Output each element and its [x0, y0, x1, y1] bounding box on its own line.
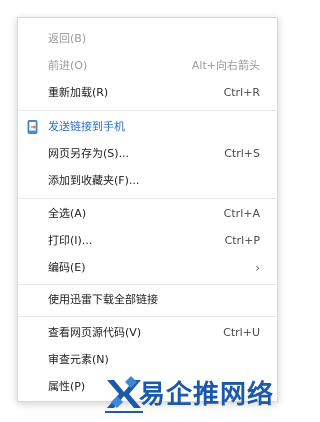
menu-item-thunder-download[interactable]: 使用迅雷下载全部链接 [18, 287, 277, 313]
menu-item-encoding[interactable]: 编码(E) › [18, 255, 277, 281]
menu-item-shortcut: Ctrl+S [224, 147, 260, 160]
chevron-right-icon: › [255, 261, 260, 275]
menu-item-label: 重新加载(R) [48, 86, 109, 99]
screenshot-stage: 返回(B) 前进(O) Alt+向右箭头 重新加载(R) Ctrl+R 发送链接… [0, 0, 296, 422]
menu-item-forward[interactable]: 前进(O) Alt+向右箭头 [18, 53, 277, 79]
menu-item-label: 使用迅雷下载全部链接 [48, 293, 158, 306]
menu-item-label: 网页另存为(S)... [48, 147, 130, 160]
menu-separator [19, 316, 276, 317]
menu-separator [19, 284, 276, 285]
menu-item-label: 编码(E) [48, 261, 86, 274]
menu-item-save-as[interactable]: 网页另存为(S)... Ctrl+S [18, 141, 277, 167]
menu-item-label: 全选(A) [48, 207, 87, 220]
menu-item-send-to-phone[interactable]: 发送链接到手机 [18, 114, 277, 140]
logo-mark-icon [105, 376, 143, 413]
watermark-logo: 易企推网络 [105, 370, 296, 422]
menu-item-label: 打印(I)... [48, 234, 93, 247]
menu-item-back[interactable]: 返回(B) [18, 26, 277, 52]
menu-item-label: 添加到收藏夹(F)... [48, 174, 140, 187]
menu-item-shortcut: Alt+向右箭头 [191, 59, 260, 72]
menu-item-shortcut: Ctrl+A [223, 207, 260, 220]
menu-item-reload[interactable]: 重新加载(R) Ctrl+R [18, 80, 277, 106]
menu-item-label: 发送链接到手机 [48, 120, 125, 133]
menu-separator [19, 110, 276, 111]
menu-item-shortcut: Ctrl+P [224, 234, 260, 247]
menu-item-view-source[interactable]: 查看网页源代码(V) Ctrl+U [18, 320, 277, 346]
menu-item-label: 属性(P) [48, 380, 86, 393]
send-to-phone-icon [27, 120, 38, 134]
menu-item-label: 前进(O) [48, 59, 88, 72]
menu-item-add-favorites[interactable]: 添加到收藏夹(F)... [18, 168, 277, 194]
menu-item-label: 审查元素(N) [48, 353, 109, 366]
menu-item-shortcut: Ctrl+U [223, 326, 260, 339]
watermark-text: 易企推网络 [139, 380, 275, 410]
menu-separator [19, 198, 276, 199]
menu-item-print[interactable]: 打印(I)... Ctrl+P [18, 228, 277, 254]
menu-item-select-all[interactable]: 全选(A) Ctrl+A [18, 201, 277, 227]
menu-item-shortcut: Ctrl+R [223, 86, 260, 99]
context-menu: 返回(B) 前进(O) Alt+向右箭头 重新加载(R) Ctrl+R 发送链接… [17, 17, 278, 402]
menu-item-label: 返回(B) [48, 32, 87, 45]
menu-item-label: 查看网页源代码(V) [48, 326, 142, 339]
